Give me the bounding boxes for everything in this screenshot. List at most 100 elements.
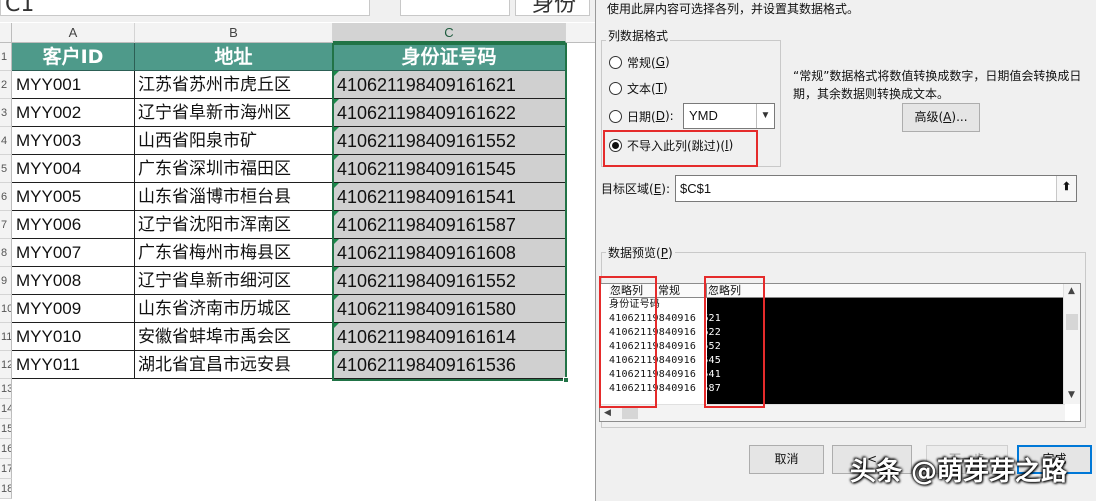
row-header[interactable]: 1	[0, 43, 12, 71]
cell-id-number[interactable]: 410621198409161608	[333, 239, 566, 267]
scroll-down-icon[interactable]: ▼	[1068, 390, 1075, 400]
cell-id-number[interactable]: 410621198409161614	[333, 323, 566, 351]
cell-customer-id[interactable]: MYY005	[12, 183, 135, 211]
column-header-b[interactable]: B	[135, 23, 333, 43]
cell-address[interactable]: 辽宁省阜新市细河区	[135, 267, 333, 295]
preview-line-suffix: 1621	[696, 313, 721, 324]
preview-selected-column[interactable]	[707, 298, 1065, 404]
cell-id-number[interactable]: 410621198409161580	[333, 295, 566, 323]
row-header[interactable]: 17	[0, 459, 12, 479]
row-header[interactable]: 14	[0, 399, 12, 419]
formula-bar-middle-box[interactable]	[400, 0, 510, 16]
column-header-c[interactable]: C	[333, 23, 566, 43]
column-header-a[interactable]: A	[12, 23, 135, 43]
row-header[interactable]: 7	[0, 211, 12, 239]
cell-customer-id[interactable]: MYY001	[12, 71, 135, 99]
preview-vertical-scrollbar[interactable]: ▲ ▼	[1063, 284, 1080, 404]
name-box[interactable]: C1	[0, 0, 370, 16]
cell-customer-id[interactable]: MYY006	[12, 211, 135, 239]
header-customer-id[interactable]: 客户ID	[12, 43, 135, 71]
cell-customer-id[interactable]: MYY004	[12, 155, 135, 183]
cell-customer-id[interactable]: MYY009	[12, 295, 135, 323]
cell-address[interactable]: 山西省阳泉市矿	[135, 127, 333, 155]
row-header[interactable]: 6	[0, 183, 12, 211]
cell-customer-id[interactable]: MYY008	[12, 267, 135, 295]
formula-input[interactable]: 身份	[515, 0, 590, 16]
preview-vscroll-thumb[interactable]	[1066, 314, 1078, 330]
cell-address[interactable]: 安徽省蚌埠市禹会区	[135, 323, 333, 351]
cell-id-number[interactable]: 410621198409161622	[333, 99, 566, 127]
cell-address[interactable]: 辽宁省沈阳市浑南区	[135, 211, 333, 239]
preview-column-header-3[interactable]: 忽略列	[707, 284, 1065, 298]
row-header[interactable]: 8	[0, 239, 12, 267]
cell-id-number[interactable]: 410621198409161552	[333, 127, 566, 155]
row-header[interactable]: 11	[0, 323, 12, 351]
cell-id-number[interactable]: 41062119840916162​1	[333, 71, 566, 99]
row-header[interactable]: 5	[0, 155, 12, 183]
preview-hscroll-thumb[interactable]	[622, 407, 638, 419]
header-address[interactable]: 地址	[135, 43, 333, 71]
cancel-button[interactable]: 取消	[749, 445, 824, 474]
scroll-up-icon[interactable]: ▲	[1068, 286, 1075, 296]
cell-customer-id-text: MYY003	[16, 131, 82, 150]
error-indicator-icon	[333, 267, 339, 273]
radio-date-circle[interactable]	[609, 109, 622, 123]
row-header[interactable]: 13	[0, 379, 12, 399]
radio-skip-circle[interactable]	[609, 138, 622, 152]
cell-customer-id-text: MYY001	[16, 75, 82, 94]
date-format-value: YMD	[689, 108, 718, 123]
preview-horizontal-scrollbar[interactable]: ◀	[600, 404, 1065, 421]
cell-id-number[interactable]: 410621198409161545	[333, 155, 566, 183]
select-all-corner[interactable]	[0, 23, 12, 43]
cell-customer-id[interactable]: MYY010	[12, 323, 135, 351]
row-header[interactable]: 9	[0, 267, 12, 295]
radio-text-label: 文本(	[627, 81, 656, 96]
cell-address[interactable]: 山东省淄博市桓台县	[135, 183, 333, 211]
preview-column-header-1[interactable]: 忽略列	[609, 284, 657, 298]
radio-general-circle[interactable]	[609, 55, 622, 69]
radio-text[interactable]: 文本(T)	[609, 79, 668, 97]
radio-text-key: T	[655, 81, 664, 95]
cell-customer-id[interactable]: MYY003	[12, 127, 135, 155]
cell-address[interactable]: 湖北省宜昌市远安县	[135, 351, 333, 379]
cell-address[interactable]: 辽宁省阜新市海州区	[135, 99, 333, 127]
radio-skip-label: 不导入此列(跳过)(	[627, 138, 726, 153]
collapse-range-icon[interactable]: ⬆	[1056, 176, 1076, 201]
target-range-input[interactable]: $C$1 ⬆	[675, 175, 1077, 202]
preview-column-header-2[interactable]: 常规	[657, 284, 707, 298]
data-preview-pane[interactable]: 忽略列 常规 忽略列 身份证号码 410621198409161621 41062…	[599, 283, 1081, 422]
row-header[interactable]: 18	[0, 479, 12, 499]
header-id-number[interactable]: 身份证号码	[333, 43, 566, 71]
cell-id-number-text: 410621198409161614	[337, 327, 516, 347]
cell-id-number[interactable]: 410621198409161536	[333, 351, 566, 379]
row-header[interactable]: 4	[0, 127, 12, 155]
radio-general[interactable]: 常规(G)	[609, 53, 670, 71]
cell-id-number[interactable]: 410621198409161587	[333, 211, 566, 239]
cell-customer-id[interactable]: MYY011	[12, 351, 135, 379]
cell-address[interactable]: 山东省济南市历城区	[135, 295, 333, 323]
radio-date-key: D	[655, 109, 665, 123]
date-format-select[interactable]: YMD ▼	[683, 103, 775, 129]
cell-id-number[interactable]: 410621198409161552	[333, 267, 566, 295]
chevron-down-icon[interactable]: ▼	[756, 104, 774, 128]
row-header[interactable]: 2	[0, 71, 12, 99]
scroll-left-icon[interactable]: ◀	[604, 408, 611, 418]
row-header[interactable]: 15	[0, 419, 12, 439]
radio-skip-column[interactable]: 不导入此列(跳过)(I)	[609, 136, 733, 154]
row-header[interactable]: 16	[0, 439, 12, 459]
cell-address[interactable]: 广东省梅州市梅县区	[135, 239, 333, 267]
preview-line: 410621198409161552	[609, 340, 721, 354]
column-header-d[interactable]	[566, 23, 595, 43]
cell-id-number[interactable]: 410621198409161541	[333, 183, 566, 211]
row-header[interactable]: 10	[0, 295, 12, 323]
radio-date[interactable]: 日期(D):	[609, 107, 674, 125]
advanced-button[interactable]: 高级(A)...	[902, 103, 980, 132]
fill-handle[interactable]	[563, 377, 569, 383]
radio-text-circle[interactable]	[609, 81, 622, 95]
cell-address[interactable]: 广东省深圳市福田区	[135, 155, 333, 183]
cell-customer-id[interactable]: MYY007	[12, 239, 135, 267]
row-header[interactable]: 3	[0, 99, 12, 127]
row-header[interactable]: 12	[0, 351, 12, 379]
cell-customer-id[interactable]: MYY002	[12, 99, 135, 127]
cell-address[interactable]: 江苏省苏州市虎丘区	[135, 71, 333, 99]
